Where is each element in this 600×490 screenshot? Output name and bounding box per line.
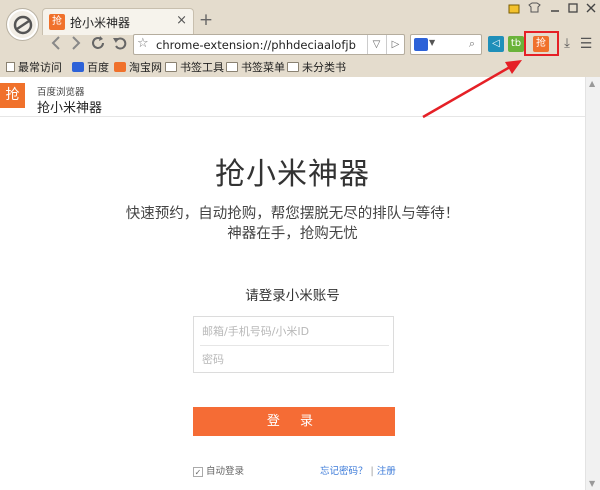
close-window-icon[interactable]	[583, 2, 599, 16]
new-tab-button[interactable]: +	[197, 11, 215, 29]
browser-chrome: 抢 抢小米神器 × + ☆ chrome-extension://phhdeci…	[0, 0, 600, 77]
password-input[interactable]	[194, 345, 393, 373]
login-button[interactable]: 登 录	[193, 407, 395, 436]
search-icon[interactable]: ⌕	[469, 37, 475, 51]
folder-icon	[287, 62, 299, 72]
tab-close-icon[interactable]: ×	[176, 13, 187, 28]
bookmark-taobao[interactable]: 淘宝网	[114, 59, 162, 75]
page-header: 抢 百度浏览器 抢小米神器	[0, 77, 585, 117]
register-link[interactable]: 注册	[377, 466, 396, 477]
maximize-icon[interactable]	[565, 2, 581, 16]
download-icon[interactable]: ⤓	[559, 36, 575, 52]
refresh-icon[interactable]	[89, 35, 107, 55]
scroll-up-icon[interactable]: ▲	[589, 79, 595, 88]
undo-icon[interactable]	[111, 35, 129, 55]
search-box[interactable]: ▼ ⌕	[410, 34, 482, 55]
account-input[interactable]	[194, 317, 393, 345]
slogan-line-2: 神器在手，抢购无忧	[227, 226, 358, 242]
address-bar[interactable]: ☆ chrome-extension://phhdeciaalofjbopjhf…	[133, 34, 405, 55]
menu-icon[interactable]: ☰	[578, 36, 594, 52]
url-dropdown-icon[interactable]: ▽	[367, 35, 385, 54]
auto-login-checkbox[interactable]: ✓	[193, 467, 203, 477]
app-logo-icon: 抢	[0, 83, 25, 108]
bookmark-baidu[interactable]: 百度	[72, 59, 109, 75]
page-title: 抢小米神器	[215, 157, 370, 192]
login-form	[193, 316, 394, 373]
folder-icon	[165, 62, 177, 72]
baidu-icon	[72, 62, 84, 72]
vertical-scrollbar[interactable]: ▲ ▼	[585, 77, 600, 490]
document-icon	[6, 62, 15, 72]
header-subtitle: 百度浏览器	[37, 87, 85, 98]
skin-icon[interactable]	[526, 2, 542, 16]
taobao-icon	[114, 62, 126, 72]
account-links: 忘记密码？ | 注册	[320, 463, 396, 477]
extension-page: 抢 百度浏览器 抢小米神器 抢小米神器 快速预约，自动抢购，帮您摆脱无尽的排队与…	[0, 77, 600, 490]
tab-favicon-icon: 抢	[49, 14, 65, 30]
back-icon[interactable]	[47, 35, 65, 55]
scroll-down-icon[interactable]: ▼	[589, 479, 595, 488]
header-app-name: 抢小米神器	[37, 101, 103, 116]
forward-icon[interactable]	[67, 35, 85, 55]
bookmark-folder-menu[interactable]: 书签菜单	[226, 59, 285, 75]
bookmark-most-visited[interactable]: 最常访问	[6, 59, 62, 75]
go-arrow-icon[interactable]: ▷	[386, 35, 404, 54]
bookmark-star-icon[interactable]: ☆	[137, 36, 149, 51]
bookmark-folder-tools[interactable]: 书签工具	[165, 59, 224, 75]
browser-tab[interactable]: 抢 抢小米神器 ×	[42, 8, 194, 35]
link-separator: |	[370, 466, 374, 477]
login-heading: 请登录小米账号	[245, 288, 340, 304]
minimize-icon[interactable]	[547, 2, 563, 16]
tab-title: 抢小米神器	[70, 16, 131, 30]
extension-highlight-box	[524, 31, 559, 56]
bookmarks-bar: 最常访问 百度 淘宝网 书签工具 书签菜单 未分类书	[0, 57, 600, 77]
bookmark-folder-unsorted[interactable]: 未分类书	[287, 59, 346, 75]
slogan-line-1: 快速预约，自动抢购，帮您摆脱无尽的排队与等待！	[125, 206, 460, 222]
auto-login-label: 自动登录	[206, 466, 245, 477]
shirt-skin-icon[interactable]	[506, 3, 522, 17]
extension-blue-icon[interactable]: ◁	[488, 36, 504, 52]
url-text[interactable]: chrome-extension://phhdeciaalofjbopjhfl	[156, 38, 356, 52]
baidu-engine-icon[interactable]	[414, 38, 428, 51]
extension-green-icon[interactable]: tb	[508, 36, 524, 52]
folder-icon	[226, 62, 238, 72]
auto-login-option[interactable]: ✓ 自动登录	[193, 463, 244, 477]
engine-dropdown-icon[interactable]: ▼	[429, 38, 435, 47]
forgot-password-link[interactable]: 忘记密码？	[320, 466, 368, 477]
